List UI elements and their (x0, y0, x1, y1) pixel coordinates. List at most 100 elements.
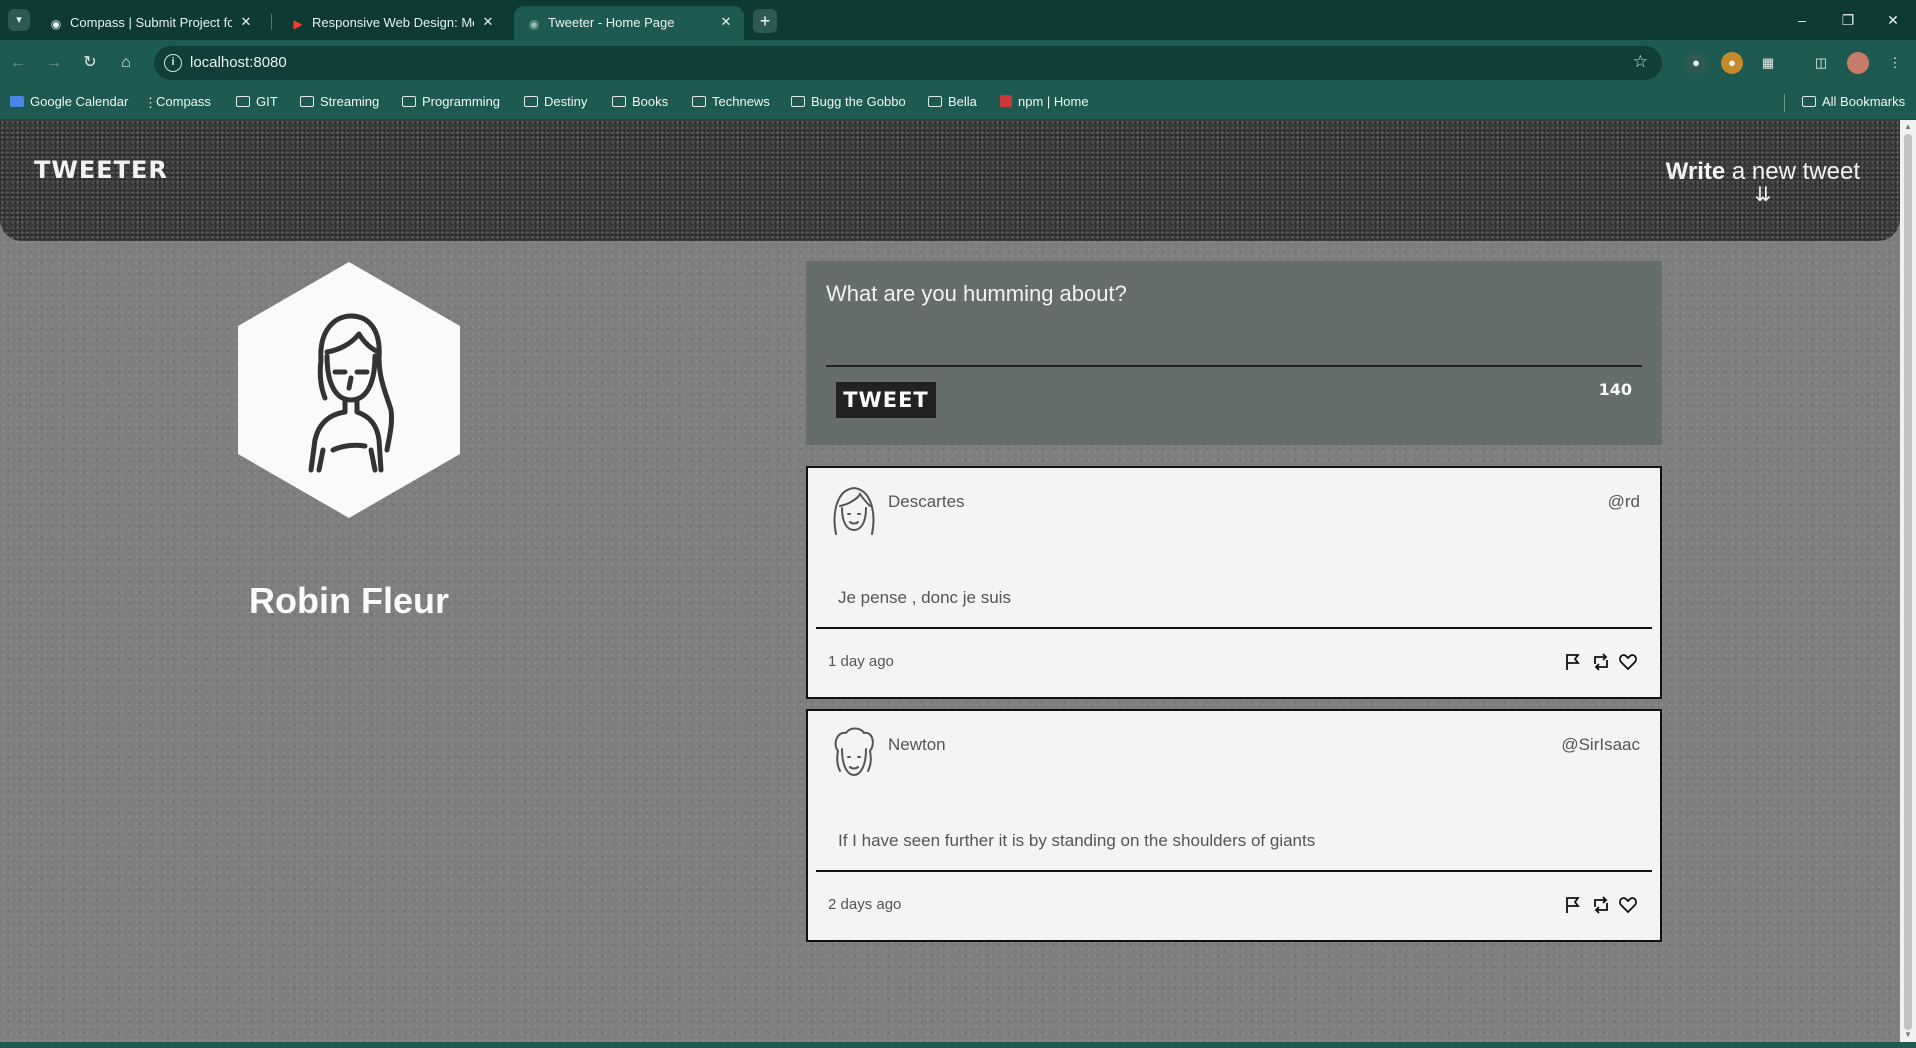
dots-icon: ⋮ (144, 95, 157, 110)
compose-bold-text: Write (1665, 158, 1726, 185)
bookmark-bella[interactable]: Bella (928, 94, 977, 109)
tweet-timestamp: 2 days ago (828, 896, 902, 913)
tweet-actions (1560, 652, 1638, 677)
all-bookmarks[interactable]: All Bookmarks (1802, 94, 1905, 109)
man-avatar-icon (834, 727, 874, 777)
forward-button[interactable]: → (42, 51, 66, 75)
browser-toolbar: ← → ↻ ⌂ i localhost:8080 ☆ (0, 40, 1916, 86)
scrollbar-thumb[interactable] (1904, 134, 1912, 1030)
folder-icon (1802, 96, 1816, 107)
tweet-composer: TWEET 140 (806, 261, 1662, 445)
page-scrollbar[interactable]: ▲ ▼ (1900, 120, 1916, 1042)
retweet-icon[interactable] (1591, 895, 1611, 915)
bookmark-destiny[interactable]: Destiny (524, 94, 587, 109)
minimize-button[interactable]: – (1787, 8, 1817, 32)
tweet-content: If I have seen further it is by standing… (838, 831, 1316, 850)
close-icon[interactable]: ✕ (238, 14, 254, 30)
globe-icon: ◉ (528, 17, 540, 31)
folder-icon (612, 96, 626, 107)
tab-search-button[interactable]: ▾ (8, 9, 30, 31)
youtube-icon: ▶ (293, 17, 303, 31)
restore-button[interactable]: ❐ (1833, 8, 1863, 32)
tweet-divider (816, 870, 1652, 872)
folder-icon (300, 96, 314, 107)
close-icon[interactable]: ✕ (718, 14, 734, 30)
compass-icon: ◉ (50, 17, 62, 31)
new-tab-button[interactable]: + (753, 9, 777, 33)
compose-text: a new tweet (1725, 158, 1860, 185)
reload-button[interactable]: ↻ (78, 51, 102, 75)
tab-title: Tweeter - Home Page (548, 15, 675, 30)
bookmark-books[interactable]: Books (612, 94, 668, 109)
woman-avatar-icon (308, 313, 394, 473)
tweet-card: Newton @SirIsaac If I have seen further … (806, 709, 1662, 942)
folder-icon (236, 96, 250, 107)
tab-separator (271, 14, 272, 30)
menu-icon[interactable]: ⋮ (1884, 52, 1906, 74)
bookmark-bugg-the-gobbo[interactable]: Bugg the Gobbo (791, 94, 906, 109)
home-button[interactable]: ⌂ (114, 51, 138, 75)
folder-icon (928, 96, 942, 107)
retweet-icon[interactable] (1591, 652, 1611, 672)
site-header: TWEETER Write a new tweet ⇊ (0, 120, 1900, 241)
tab-strip: ▾ ◉ Compass | Submit Project for E ✕ ▶ R… (0, 0, 1916, 40)
woman-avatar-icon (833, 486, 875, 535)
cookie-icon[interactable]: ● (1721, 52, 1743, 74)
tab-tweeter[interactable]: ◉ Tweeter - Home Page ✕ (514, 6, 744, 40)
tweet-card: Descartes @rd Je pense , donc je suis 1 … (806, 466, 1662, 699)
tweet-textarea[interactable] (826, 281, 1642, 367)
url-text: localhost:8080 (190, 54, 287, 71)
heart-icon[interactable] (1618, 895, 1638, 915)
npm-icon (1000, 95, 1012, 107)
tab-title: Responsive Web Design: Medi (312, 15, 474, 30)
flag-icon[interactable] (1563, 652, 1583, 672)
bookmark-technews[interactable]: Technews (692, 94, 770, 109)
flag-icon[interactable] (1563, 895, 1583, 915)
bookmark-compass[interactable]: ⋮Compass (144, 94, 211, 110)
bookmark-programming[interactable]: Programming (402, 94, 500, 109)
scroll-down-icon[interactable]: ▼ (1903, 1030, 1913, 1040)
side-panel-icon[interactable]: ◫ (1810, 52, 1832, 74)
tweet-actions (1560, 895, 1638, 920)
write-new-tweet-button[interactable]: Write a new tweet ⇊ (1665, 158, 1860, 206)
profile-name: Robin Fleur (249, 580, 449, 621)
site-info-icon[interactable]: i (164, 54, 182, 72)
tweet-button[interactable]: TWEET (836, 382, 936, 418)
bookmark-streaming[interactable]: Streaming (300, 94, 379, 109)
double-chevron-down-icon: ⇊ (1754, 184, 1772, 206)
tab-title: Compass | Submit Project for E (70, 15, 232, 30)
tab-compass[interactable]: ◉ Compass | Submit Project for E ✕ (36, 6, 264, 40)
close-icon[interactable]: ✕ (480, 14, 496, 30)
tweet-author-name: Newton (888, 735, 946, 754)
folder-icon (524, 96, 538, 107)
tweet-author-handle: @rd (1607, 492, 1640, 511)
scroll-up-icon[interactable]: ▲ (1903, 122, 1913, 132)
tweet-author-name: Descartes (888, 492, 965, 511)
back-button[interactable]: ← (6, 51, 30, 75)
profile-avatar (238, 262, 460, 518)
bookmark-star-icon[interactable]: ☆ (1633, 52, 1648, 72)
address-bar[interactable]: i localhost:8080 ☆ (154, 46, 1662, 80)
bookmarks-bar: Google Calendar ⋮Compass GIT Streaming P… (0, 86, 1916, 120)
bookmark-google-calendar[interactable]: Google Calendar (10, 94, 128, 109)
folder-icon (402, 96, 416, 107)
tweet-author-handle: @SirIsaac (1561, 735, 1640, 754)
puzzle-icon[interactable]: ▦ (1757, 52, 1779, 74)
tweet-divider (816, 627, 1652, 629)
folder-icon (791, 96, 805, 107)
character-counter: 140 (1598, 380, 1632, 399)
brand-logo[interactable]: TWEETER (34, 156, 168, 184)
tweet-timestamp: 1 day ago (828, 653, 894, 670)
calendar-icon (10, 96, 24, 107)
bookmarks-separator (1784, 94, 1785, 112)
extension-icon[interactable]: ● (1685, 52, 1707, 74)
window-bottom-edge (0, 1042, 1916, 1048)
avatar[interactable] (1847, 52, 1869, 74)
tab-youtube[interactable]: ▶ Responsive Web Design: Medi ✕ (278, 6, 506, 40)
page-viewport: TWEETER Write a new tweet ⇊ Robin Fleur … (0, 120, 1900, 1042)
heart-icon[interactable] (1618, 652, 1638, 672)
bookmark-git[interactable]: GIT (236, 94, 278, 109)
tweet-content: Je pense , donc je suis (838, 588, 1011, 607)
bookmark-npm[interactable]: npm | Home (1000, 94, 1089, 109)
close-window-button[interactable]: ✕ (1878, 8, 1908, 32)
